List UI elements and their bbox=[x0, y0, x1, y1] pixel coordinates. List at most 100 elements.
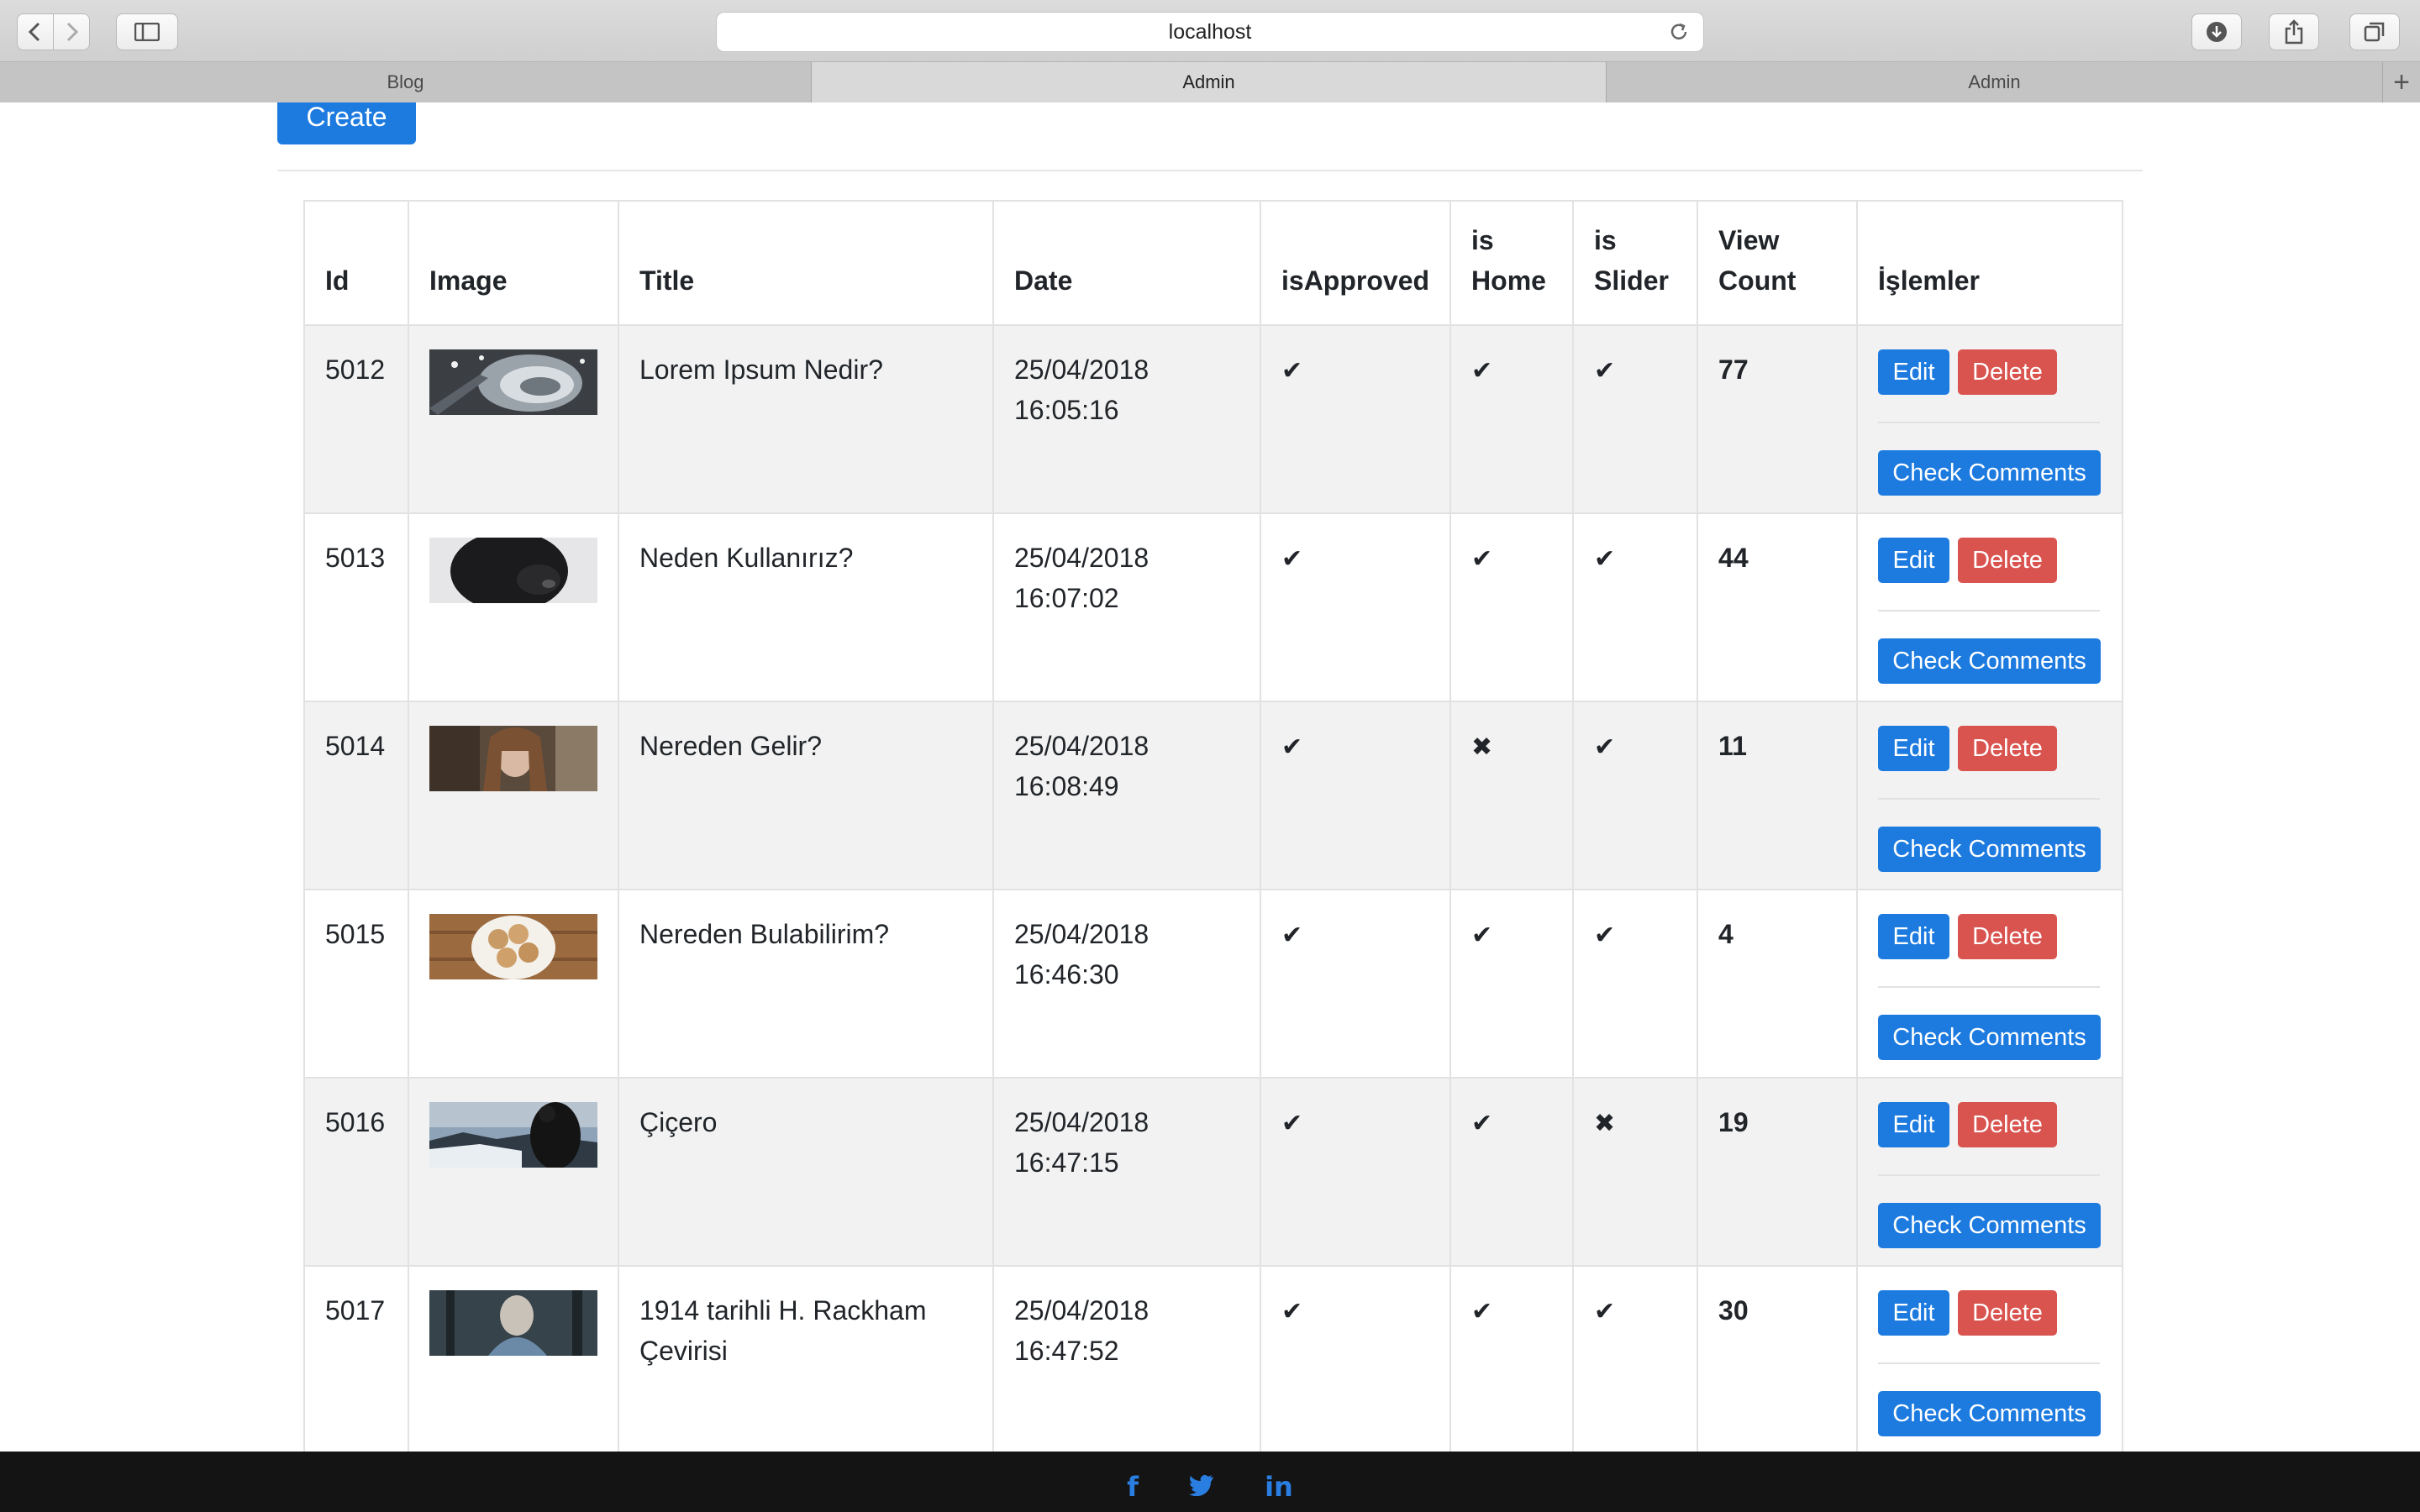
cell-slider: ✔ bbox=[1572, 512, 1699, 702]
cell-home: ✖ bbox=[1449, 701, 1575, 890]
delete-button[interactable]: Delete bbox=[1958, 1102, 2058, 1147]
tab-overview-button[interactable] bbox=[2349, 13, 2400, 50]
table-header-row: Id Image Title Date isApproved is Home is… bbox=[303, 200, 2124, 326]
twitter-icon[interactable] bbox=[1189, 1471, 1214, 1503]
cell-approved: ✔ bbox=[1259, 512, 1452, 702]
check-comments-button[interactable]: Check Comments bbox=[1878, 450, 2102, 496]
linkedin-icon[interactable]: in bbox=[1265, 1471, 1293, 1503]
check-icon: ✔ bbox=[1281, 357, 1303, 385]
action-divider bbox=[1878, 1174, 2101, 1176]
cell-id: 5014 bbox=[303, 701, 409, 890]
tab-admin[interactable]: Admin bbox=[1607, 62, 2383, 102]
header-date: Date bbox=[992, 200, 1261, 326]
cell-home: ✔ bbox=[1449, 512, 1575, 702]
downloads-button[interactable] bbox=[2191, 13, 2242, 50]
delete-button[interactable]: Delete bbox=[1958, 914, 2058, 959]
cell-approved: ✔ bbox=[1259, 324, 1452, 514]
check-icon: ✔ bbox=[1471, 1110, 1493, 1137]
cell-home: ✔ bbox=[1449, 1265, 1575, 1452]
header-views-line1: View bbox=[1718, 225, 1780, 255]
cross-icon: ✖ bbox=[1594, 1110, 1616, 1137]
delete-button[interactable]: Delete bbox=[1958, 538, 2058, 583]
cell-date: 25/04/2018 16:07:02 bbox=[992, 512, 1261, 702]
cell-id: 5012 bbox=[303, 324, 409, 514]
share-button[interactable] bbox=[2269, 13, 2319, 50]
header-home-line2: Home bbox=[1471, 265, 1546, 296]
edit-button[interactable]: Edit bbox=[1878, 349, 1950, 395]
check-comments-button[interactable]: Check Comments bbox=[1878, 827, 2102, 872]
cell-date: 25/04/2018 16:47:52 bbox=[992, 1265, 1261, 1452]
header-slider: is Slider bbox=[1572, 200, 1699, 326]
back-button[interactable] bbox=[17, 13, 54, 50]
delete-button[interactable]: Delete bbox=[1958, 1290, 2058, 1336]
cell-views: 44 bbox=[1697, 512, 1859, 702]
check-comments-button[interactable]: Check Comments bbox=[1878, 1015, 2102, 1060]
tab-admin-active[interactable]: Admin bbox=[812, 62, 1607, 102]
cell-title: Neden Kullanırız? bbox=[618, 512, 994, 702]
table-row: 5013 Neden Kullanırız? 25/04/2018 16:07:02 ✔… bbox=[303, 512, 2124, 702]
header-home: is Home bbox=[1449, 200, 1575, 326]
cell-actions: Edit Delete Check Comments bbox=[1856, 889, 2124, 1079]
date-value: 25/04/2018 bbox=[1014, 354, 1150, 385]
header-home-line1: is bbox=[1471, 225, 1494, 255]
edit-button[interactable]: Edit bbox=[1878, 914, 1950, 959]
edit-button[interactable]: Edit bbox=[1878, 538, 1950, 583]
cell-id: 5013 bbox=[303, 512, 409, 702]
header-views: View Count bbox=[1697, 200, 1859, 326]
facebook-icon[interactable]: f bbox=[1127, 1471, 1139, 1503]
cell-id: 5015 bbox=[303, 889, 409, 1079]
time-value: 16:47:52 bbox=[1014, 1336, 1119, 1366]
posts-table: Id Image Title Date isApproved is Home is… bbox=[303, 200, 2124, 1452]
check-icon: ✔ bbox=[1594, 1298, 1616, 1326]
date-value: 25/04/2018 bbox=[1014, 919, 1150, 949]
check-icon: ✔ bbox=[1281, 1110, 1303, 1137]
plus-icon: + bbox=[2393, 66, 2410, 98]
sidebar-toggle-button[interactable] bbox=[116, 13, 178, 50]
cell-views: 77 bbox=[1697, 324, 1859, 514]
action-group: Edit Delete bbox=[1878, 914, 2102, 959]
edit-button[interactable]: Edit bbox=[1878, 726, 1950, 771]
reload-icon[interactable] bbox=[1668, 21, 1690, 43]
check-comments-button[interactable]: Check Comments bbox=[1878, 638, 2102, 684]
cell-views: 30 bbox=[1697, 1265, 1859, 1452]
post-thumbnail bbox=[429, 349, 597, 415]
cell-actions: Edit Delete Check Comments bbox=[1856, 324, 2124, 514]
check-comments-button[interactable]: Check Comments bbox=[1878, 1391, 2102, 1436]
header-slider-line2: Slider bbox=[1594, 265, 1669, 296]
check-icon: ✔ bbox=[1471, 1298, 1493, 1326]
sidebar-icon bbox=[134, 23, 160, 41]
address-bar[interactable]: localhost bbox=[716, 12, 1704, 52]
cell-id: 5017 bbox=[303, 1265, 409, 1452]
cell-actions: Edit Delete Check Comments bbox=[1856, 512, 2124, 702]
edit-button[interactable]: Edit bbox=[1878, 1102, 1950, 1147]
header-views-line2: Count bbox=[1718, 265, 1797, 296]
cell-slider: ✔ bbox=[1572, 324, 1699, 514]
post-thumbnail bbox=[429, 1290, 597, 1356]
check-comments-button[interactable]: Check Comments bbox=[1878, 1203, 2102, 1248]
new-tab-button[interactable]: + bbox=[2383, 62, 2420, 102]
action-group: Edit Delete bbox=[1878, 538, 2102, 583]
table-row: 5016 Çiçero 25/04/2018 16:47:15 ✔ ✔ ✖ 19 Edit Del… bbox=[303, 1077, 2124, 1267]
cell-date: 25/04/2018 16:05:16 bbox=[992, 324, 1261, 514]
delete-button[interactable]: Delete bbox=[1958, 726, 2058, 771]
header-slider-line1: is bbox=[1594, 225, 1617, 255]
check-icon: ✔ bbox=[1594, 357, 1616, 385]
cell-slider: ✔ bbox=[1572, 701, 1699, 890]
share-icon bbox=[2285, 19, 2303, 45]
action-group: Edit Delete bbox=[1878, 1290, 2102, 1336]
time-value: 16:08:49 bbox=[1014, 771, 1119, 801]
post-thumbnail bbox=[429, 1102, 597, 1168]
table-row: 5017 1914 tarihli H. Rackham Çevirisi 25/0… bbox=[303, 1265, 2124, 1452]
cell-views: 11 bbox=[1697, 701, 1859, 890]
footer: f in bbox=[0, 1452, 2420, 1512]
delete-button[interactable]: Delete bbox=[1958, 349, 2058, 395]
check-icon: ✔ bbox=[1471, 921, 1493, 949]
create-button[interactable]: Create bbox=[277, 102, 416, 144]
tab-blog[interactable]: Blog bbox=[0, 62, 812, 102]
cell-image bbox=[408, 889, 619, 1079]
edit-button[interactable]: Edit bbox=[1878, 1290, 1950, 1336]
cell-slider: ✔ bbox=[1572, 1265, 1699, 1452]
time-value: 16:07:02 bbox=[1014, 583, 1119, 613]
chevron-left-icon bbox=[28, 22, 40, 42]
forward-button[interactable] bbox=[53, 13, 90, 50]
